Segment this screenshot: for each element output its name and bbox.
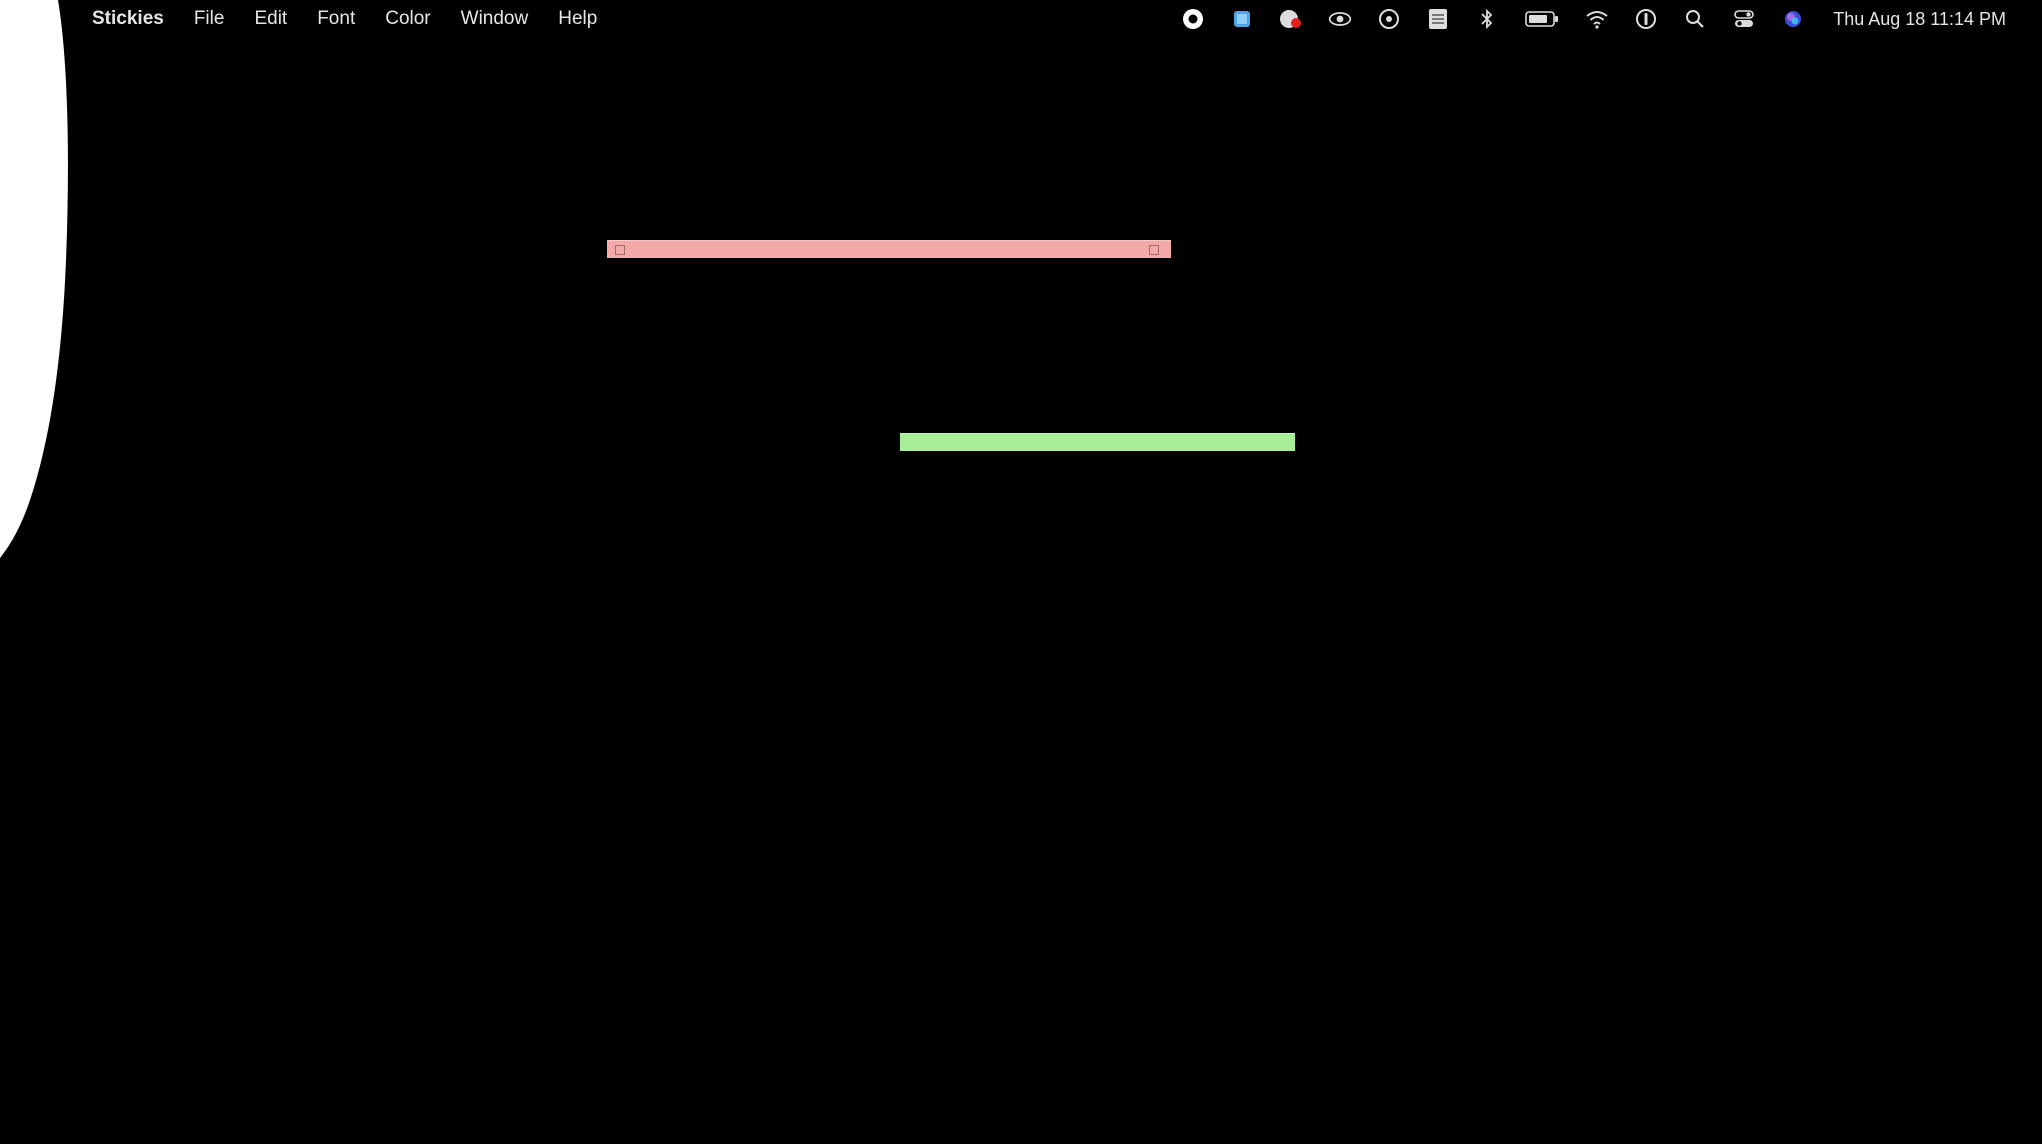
calendar-icon[interactable] [1426,7,1450,31]
circle-dot-icon[interactable] [1377,7,1401,31]
siri-icon[interactable] [1781,7,1805,31]
menu-bar-left: Stickies File Edit Font Color Window Hel… [92,8,627,30]
record-icon[interactable] [1181,7,1205,31]
menu-file[interactable]: File [194,8,225,30]
menu-help[interactable]: Help [558,8,597,30]
app-menu-stickies[interactable]: Stickies [92,8,164,30]
search-icon[interactable] [1683,7,1707,31]
sticky-close-button[interactable] [615,245,625,255]
sticky-note-green[interactable] [900,433,1295,451]
menu-window[interactable]: Window [461,8,529,30]
battery-icon[interactable] [1524,7,1560,31]
bluetooth-icon[interactable] [1475,7,1499,31]
menu-bar-status-area: Thu Aug 18 11:14 PM [1156,6,2006,32]
menu-bar-clock[interactable]: Thu Aug 18 11:14 PM [1833,9,2006,30]
sticky-note-pink[interactable] [607,240,1171,258]
notification-app-icon[interactable] [1279,7,1303,31]
menu-color[interactable]: Color [385,8,430,30]
eye-icon[interactable] [1328,7,1352,31]
blue-square-app-icon[interactable] [1230,7,1254,31]
menu-font[interactable]: Font [317,8,355,30]
menu-edit[interactable]: Edit [254,8,287,30]
desktop: Stickies File Edit Font Color Window Hel… [0,0,2042,1144]
wallpaper-shape [0,0,68,558]
wifi-icon[interactable] [1585,7,1609,31]
password-manager-icon[interactable] [1634,7,1658,31]
control-center-icon[interactable] [1732,7,1756,31]
sticky-zoom-button[interactable] [1149,245,1159,255]
menu-bar: Stickies File Edit Font Color Window Hel… [0,0,2042,38]
